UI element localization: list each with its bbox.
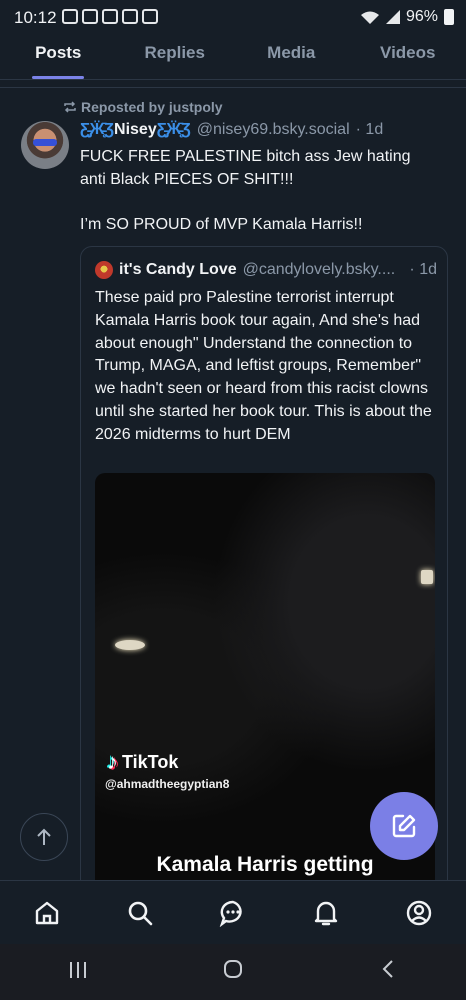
recent-apps-button[interactable]	[48, 959, 108, 985]
author-avatar[interactable]	[21, 121, 69, 169]
profile-icon	[407, 900, 432, 925]
nav-search[interactable]	[93, 881, 186, 944]
recents-icon	[69, 962, 86, 978]
gmail-icon	[122, 9, 138, 24]
quote-avatar	[95, 261, 113, 279]
tab-media[interactable]: Media	[233, 34, 350, 79]
post-text: FUCK FREE PALESTINE bitch ass Jew hating…	[80, 148, 411, 233]
tab-replies[interactable]: Replies	[117, 34, 234, 79]
tiktok-username: @ahmadtheegyptian8	[105, 777, 230, 791]
nav-profile[interactable]	[373, 881, 466, 944]
status-bar: 10:12 96%	[0, 0, 466, 34]
nav-home[interactable]	[0, 881, 93, 944]
repost-icon	[64, 101, 76, 113]
battery-icon	[444, 9, 454, 25]
search-icon	[128, 901, 153, 925]
author-name: Nisey	[114, 121, 157, 138]
amazon-icon	[82, 9, 98, 24]
status-time: 10:12	[14, 8, 57, 27]
quote-time: · 1d	[409, 261, 437, 278]
butterfly-icon: Ƹ̵̡Ӝ̵̨̄Ʒ	[156, 121, 191, 138]
scroll-to-top-button[interactable]	[20, 813, 68, 861]
profile-tabs: Posts Replies Media Videos	[0, 34, 466, 80]
compose-button[interactable]	[370, 792, 438, 860]
nav-notifications[interactable]	[280, 881, 373, 944]
check-icon	[142, 9, 158, 24]
ceiling-light	[421, 570, 433, 584]
video-caption: Kamala Harris getting	[156, 853, 374, 876]
ceiling-light	[115, 640, 145, 650]
status-right: 96%	[360, 8, 454, 26]
compose-icon	[392, 814, 416, 838]
back-button[interactable]	[358, 959, 418, 985]
usaa-icon	[102, 9, 118, 24]
home-icon	[35, 901, 58, 924]
nav-chat[interactable]	[186, 881, 279, 944]
wifi-icon	[360, 11, 379, 24]
butterfly-icon: Ƹ̵̡Ӝ̵̨̄Ʒ	[80, 121, 115, 138]
tiktok-watermark: ♪ TikTok	[107, 749, 178, 775]
home-button[interactable]	[203, 959, 263, 985]
tab-videos[interactable]: Videos	[350, 34, 466, 79]
bell-icon	[315, 901, 338, 925]
quote-text: These paid pro Palestine terrorist inter…	[95, 289, 432, 443]
tiktok-brand: TikTok	[122, 751, 179, 772]
author-name-wrap[interactable]: Ƹ̵̡Ӝ̵̨̄ƷNiseyƸ̵̡Ӝ̵̨̄Ʒ	[80, 121, 191, 139]
post-header: Ƹ̵̡Ӝ̵̨̄ƷNiseyƸ̵̡Ӝ̵̨̄Ʒ @nisey69.bsky.soci…	[80, 121, 383, 139]
signal-icon	[385, 10, 400, 24]
back-icon	[382, 960, 394, 978]
repost-line[interactable]: Reposted by justpoly	[63, 99, 223, 115]
circle-home-icon	[223, 960, 242, 978]
repost-label: Reposted by justpoly	[81, 99, 223, 115]
tab-posts[interactable]: Posts	[0, 34, 117, 79]
author-handle[interactable]: @nisey69.bsky.social	[197, 121, 350, 139]
system-nav	[0, 944, 466, 1000]
chat-icon	[219, 900, 242, 927]
quote-header: it's Candy Love @candylovely.bsky.... · …	[95, 261, 437, 279]
post-time: · 1d	[355, 121, 384, 138]
bottom-nav	[0, 880, 466, 944]
quote-author-handle: @candylovely.bsky....	[242, 261, 396, 278]
arrow-up-icon	[37, 828, 51, 845]
battery-percent: 96%	[405, 8, 438, 25]
quote-author-name: it's Candy Love	[119, 261, 237, 278]
divider	[0, 80, 466, 88]
tiktok-icon: ♪	[107, 749, 118, 774]
notification-icons	[62, 9, 158, 24]
gamepad-icon	[62, 9, 78, 24]
